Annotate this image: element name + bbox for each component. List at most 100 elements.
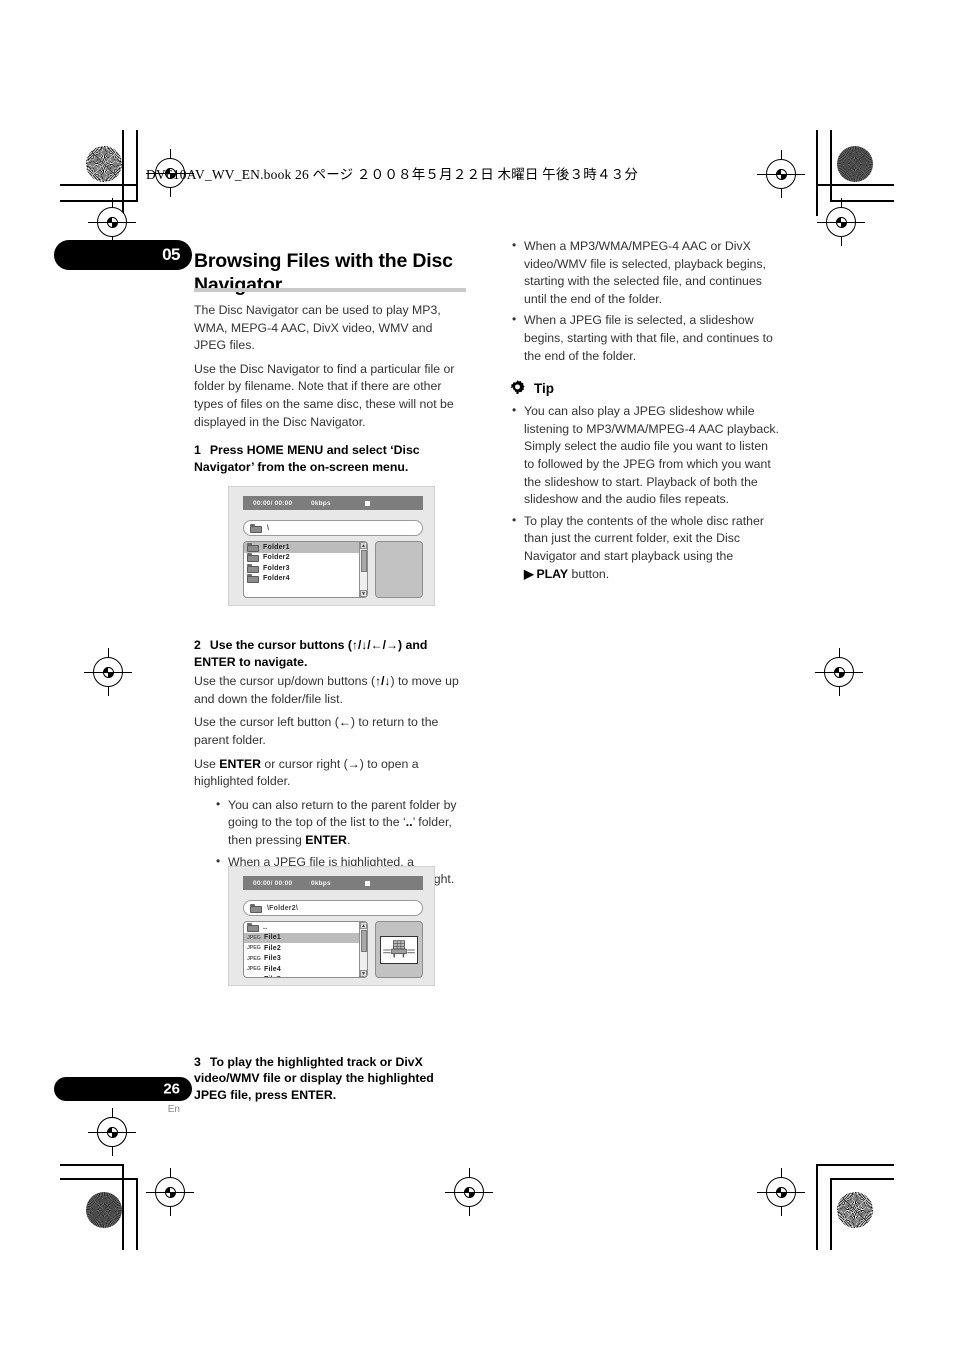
- scroll-down-arrow-icon[interactable]: ▼: [360, 590, 367, 597]
- list-item[interactable]: ..: [244, 922, 367, 933]
- playback-behaviour-list: When a MP3/WMA/MPEG-4 AAC or DivX video/…: [508, 237, 780, 365]
- crop-line-tr-v1: [816, 130, 818, 216]
- halftone-patch-bl: [86, 1192, 122, 1228]
- step-2-arrows: ↑/↓/←/→: [351, 638, 398, 653]
- list-item-label: Folder4: [263, 575, 290, 583]
- crop-line-br-v2: [830, 1178, 832, 1250]
- folder-list-1[interactable]: Folder1 Folder2 Folder3 Folder4 ▲ ▼: [243, 541, 368, 598]
- jpeg-file-icon: JPEG: [247, 945, 261, 952]
- osd-time-2: 00:00/ 00:00: [253, 879, 293, 887]
- registration-mark-left-edge: [84, 648, 132, 696]
- list-item: When a JPEG file is selected, a slidesho…: [508, 311, 780, 365]
- step-2-bullet-1-c: .: [346, 832, 351, 847]
- step-1-text: Press HOME MENU and select ‘Disc Navigat…: [194, 443, 420, 474]
- list-item: To play the contents of the whole disc r…: [508, 512, 780, 583]
- list-scrollbar-1[interactable]: ▲ ▼: [359, 542, 367, 597]
- parent-folder-dots: ..: [405, 815, 413, 830]
- stop-icon: [365, 500, 370, 506]
- osd-bitrate-1: 0kbps: [311, 499, 331, 507]
- page-number: 26: [163, 1080, 180, 1098]
- crop-line-tl-h2: [60, 200, 137, 202]
- step-2-heading: 2 Use the cursor buttons (↑/↓/←/→) and EN…: [194, 637, 466, 670]
- halftone-patch-tl: [86, 146, 122, 182]
- disc-navigator-screenshot-jpeg-root: 00:00/ 00:00 0kbps \Folder2\ .. JPEG Fil…: [228, 866, 435, 986]
- folder-icon: [247, 574, 259, 584]
- crop-line-br-v1: [816, 1164, 818, 1250]
- step-2-body-2: Use the cursor left button (←) to return…: [194, 714, 466, 749]
- page-number-badge: 26: [54, 1077, 192, 1101]
- left-arrow-icon: ←: [338, 715, 351, 730]
- crop-line-bl-h1: [60, 1164, 123, 1166]
- crop-line-br-h2: [830, 1178, 894, 1180]
- osd-time-1: 00:00/ 00:00: [253, 499, 293, 507]
- right-arrow-icon: →: [347, 756, 360, 771]
- step-2-body-3-a: Use: [194, 756, 220, 771]
- chapter-number: 05: [162, 245, 180, 264]
- list-item[interactable]: JPEG File3: [244, 954, 367, 965]
- enter-key-label-1: ENTER: [219, 756, 261, 771]
- scroll-up-arrow-icon[interactable]: ▲: [360, 922, 367, 929]
- step-2-body-1-a: Use the cursor up/down buttons (: [194, 674, 376, 689]
- current-path-bar-1[interactable]: \: [243, 520, 423, 536]
- crop-line-tl-h1: [60, 184, 137, 186]
- step-2-number: 2: [194, 638, 201, 653]
- folder-icon: [247, 553, 259, 563]
- play-button-label: PLAY: [536, 566, 569, 581]
- list-item-label: Folder2: [263, 554, 290, 562]
- preview-pane-2: [375, 921, 423, 978]
- registration-mark-br-1: [757, 1168, 805, 1216]
- osd-status-bar-1: 00:00/ 00:00 0kbps: [243, 496, 423, 510]
- file-list-2[interactable]: .. JPEG File1 JPEG File2 JPEG File3 JPEG…: [243, 921, 368, 978]
- list-item: You can also return to the parent folder…: [212, 796, 466, 850]
- osd-status-bar-2: 00:00/ 00:00 0kbps: [243, 876, 423, 890]
- list-item-label: File3: [264, 955, 281, 963]
- registration-mark-br-2: [445, 1168, 493, 1216]
- folder-icon: [250, 903, 262, 913]
- jpeg-file-icon: JPEG: [247, 934, 261, 941]
- scroll-up-arrow-icon[interactable]: ▲: [360, 542, 367, 549]
- list-item-label: Folder1: [263, 543, 290, 551]
- crop-line-tl-v1: [122, 130, 124, 216]
- list-item: When a MP3/WMA/MPEG-4 AAC or DivX video/…: [508, 237, 780, 308]
- jpeg-file-icon: JPEG: [247, 955, 261, 962]
- current-path-bar-2[interactable]: \Folder2\: [243, 900, 423, 916]
- list-scrollbar-2[interactable]: ▲ ▼: [359, 922, 367, 977]
- book-file-slug: DV610AV_WV_EN.book 26 ページ ２００８年５月２２日 木曜日…: [146, 167, 639, 182]
- scroll-down-arrow-icon[interactable]: ▼: [360, 970, 367, 977]
- stop-icon: [365, 880, 370, 886]
- tip-bullet-2-b: button.: [568, 566, 610, 581]
- step-3-text: To play the highlighted track or DivX vi…: [194, 1054, 434, 1102]
- tip-label: Tip: [534, 380, 554, 396]
- registration-mark-bl-2: [146, 1168, 194, 1216]
- registration-mark-tr-1: [757, 150, 805, 198]
- jpeg-thumbnail-image: [380, 935, 418, 964]
- step-1-heading: 1 Press HOME MENU and select ‘Disc Naviga…: [194, 442, 466, 475]
- title-divider: [194, 288, 466, 292]
- crop-line-tr-v2: [830, 130, 832, 202]
- list-item[interactable]: Folder4: [244, 574, 367, 585]
- halftone-patch-tr: [837, 146, 873, 182]
- list-item[interactable]: Folder1: [244, 542, 367, 553]
- list-item-label: File5: [264, 976, 281, 977]
- scrollbar-thumb[interactable]: [360, 930, 367, 952]
- jpeg-file-icon: JPEG: [247, 966, 261, 973]
- crop-line-br-h1: [816, 1164, 894, 1166]
- halftone-patch-br: [837, 1192, 873, 1228]
- crop-line-bl-v2: [136, 1178, 138, 1250]
- list-item[interactable]: JPEG File5: [244, 975, 367, 978]
- jpeg-file-icon: JPEG: [247, 977, 261, 978]
- list-item: You can also play a JPEG slideshow while…: [508, 402, 780, 509]
- preview-pane-1: [375, 541, 423, 598]
- play-arrow-icon: ▶: [524, 566, 534, 581]
- list-item[interactable]: JPEG File4: [244, 964, 367, 975]
- list-item[interactable]: Folder3: [244, 563, 367, 574]
- osd-bitrate-2: 0kbps: [311, 879, 331, 887]
- scrollbar-thumb[interactable]: [360, 550, 367, 572]
- list-item[interactable]: JPEG File1: [244, 932, 367, 943]
- registration-mark-bc: [88, 1108, 136, 1156]
- list-item[interactable]: JPEG File2: [244, 943, 367, 954]
- step-3-heading: 3 To play the highlighted track or DivX v…: [194, 1054, 466, 1104]
- list-item[interactable]: Folder2: [244, 553, 367, 564]
- current-path-1: \: [267, 524, 270, 532]
- registration-mark-tl-2: [88, 198, 136, 246]
